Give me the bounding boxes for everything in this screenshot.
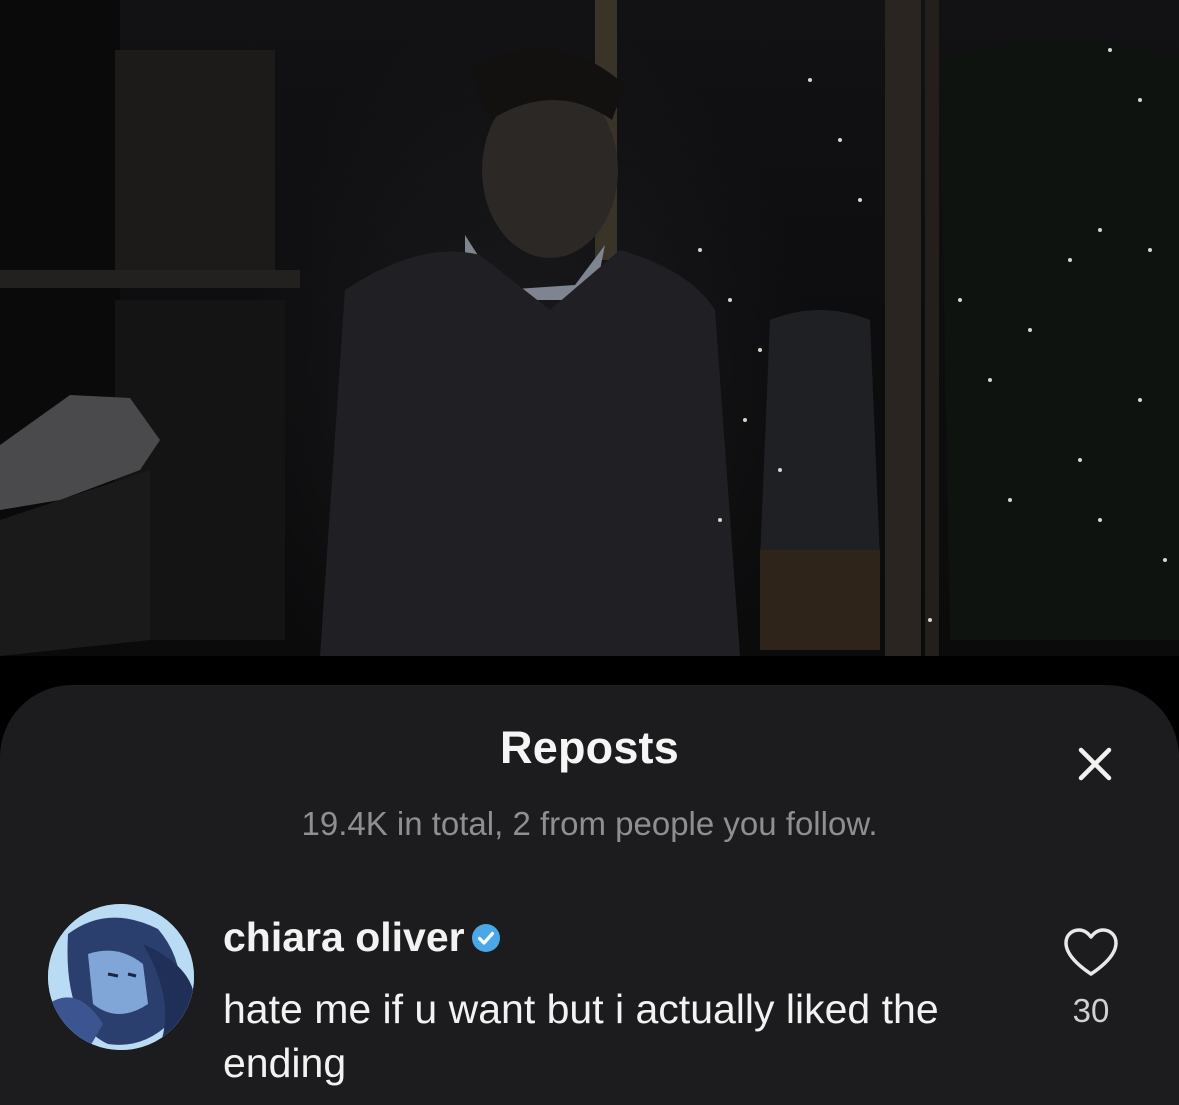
screen: Reposts 19.4K in total, 2 from people yo… [0,0,1179,1105]
close-button[interactable] [1066,735,1124,793]
heart-icon [1064,928,1118,976]
username[interactable]: chiara oliver [223,914,501,961]
like-button[interactable] [1058,922,1124,982]
video-scene [0,0,1179,656]
verified-badge-icon [471,923,500,952]
avatar-image [48,904,194,1050]
like-count: 30 [1072,992,1110,1029]
avatar[interactable] [48,904,194,1050]
sheet-title: Reposts [500,722,679,773]
sheet-subtitle: 19.4K in total, 2 from people you follow… [301,805,878,842]
list-item[interactable]: chiara oliver hate me if u want but i ac… [0,900,1179,1105]
video-frame[interactable] [0,0,1179,656]
post-caption: hate me if u want but i actually liked t… [223,986,939,1086]
close-icon [1078,747,1112,781]
username-text: chiara oliver [223,914,465,960]
